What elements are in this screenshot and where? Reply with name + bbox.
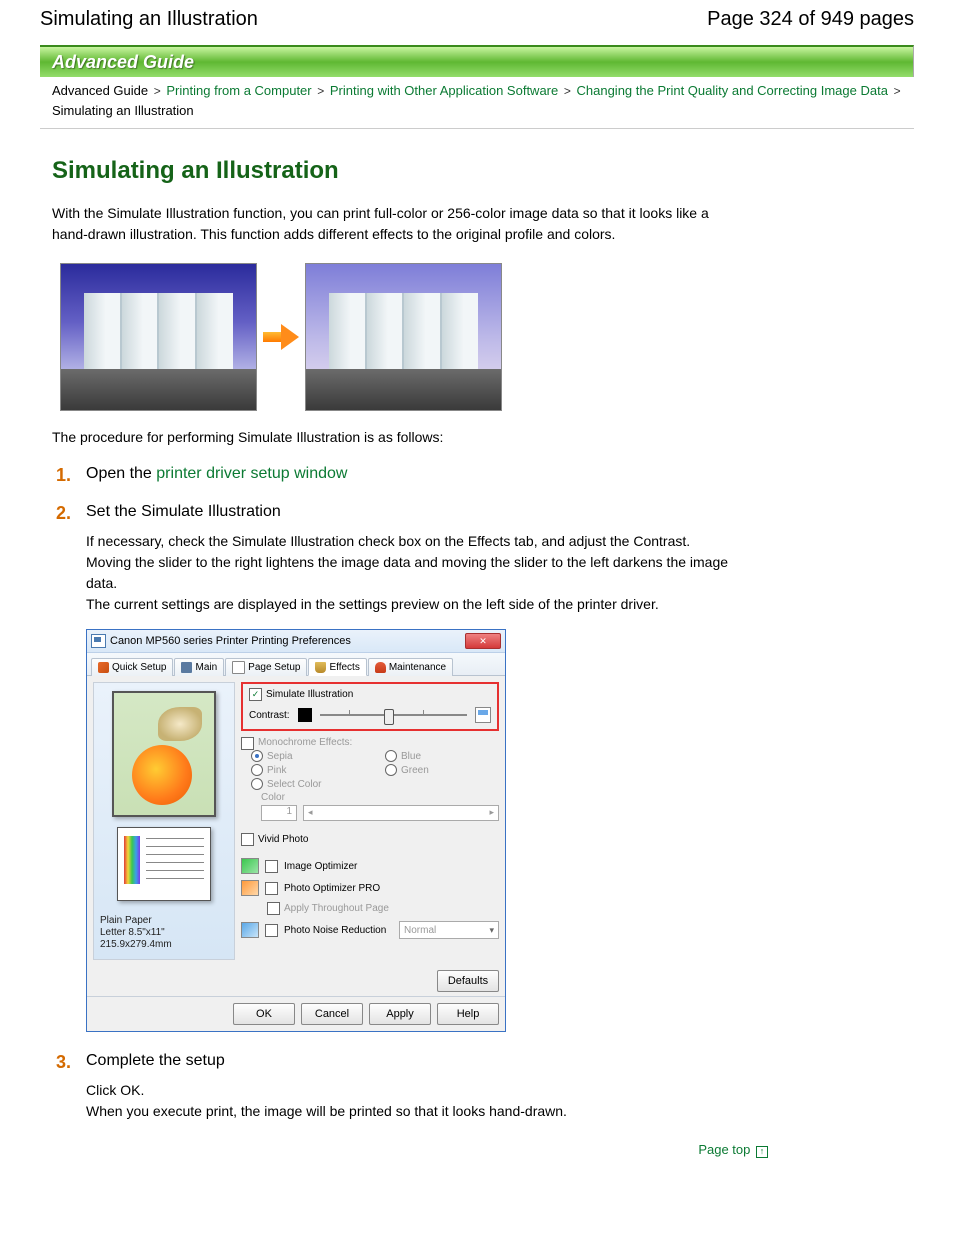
dialog-title: Canon MP560 series Printer Printing Pref…	[110, 635, 351, 647]
radio-sepia[interactable]	[251, 750, 263, 762]
breadcrumb-sep: >	[152, 84, 163, 98]
tab-quick-setup[interactable]: Quick Setup	[91, 658, 173, 676]
sample-original	[60, 263, 257, 411]
simulate-group: ✓ Simulate Illustration Contrast:	[241, 682, 499, 731]
page-counter: Page 324 of 949 pages	[707, 8, 914, 31]
apply-button[interactable]: Apply	[369, 1003, 431, 1025]
preview-column: Plain Paper Letter 8.5"x11" 215.9x279.4m…	[93, 682, 235, 960]
step-body-line: Click OK.	[86, 1080, 732, 1101]
ok-button[interactable]: OK	[233, 1003, 295, 1025]
color-slider[interactable]: ◂ ▸	[303, 805, 499, 821]
dark-icon	[298, 708, 312, 722]
banner: Advanced Guide	[40, 45, 914, 77]
787-button[interactable]: Defaults	[437, 970, 499, 992]
banner-label: Advanced Guide	[52, 52, 194, 73]
simulate-label: Simulate Illustration	[266, 689, 353, 700]
people-icon	[375, 662, 386, 673]
doc-icon	[232, 661, 245, 674]
heading: Simulating an Illustration	[52, 157, 732, 185]
help-button[interactable]: Help	[437, 1003, 499, 1025]
step-title-prefix: Open the	[86, 465, 156, 482]
apply-throughout-label: Apply Throughout Page	[284, 903, 389, 914]
image-opt-checkbox[interactable]	[265, 860, 278, 873]
arrow-icon	[263, 322, 299, 352]
breadcrumb: Advanced Guide > Printing from a Compute…	[40, 77, 914, 129]
defaults-label: Defaults	[448, 975, 488, 987]
color-value[interactable]: 1	[261, 805, 297, 821]
noise-label: Photo Noise Reduction	[284, 925, 386, 936]
color-label: Color	[261, 792, 285, 803]
step-2: Set the Simulate Illustration If necessa…	[56, 503, 732, 1032]
contrast-slider[interactable]	[320, 708, 467, 722]
step-body-line: The current settings are displayed in th…	[86, 594, 732, 615]
breadcrumb-item: Advanced Guide	[52, 83, 148, 98]
tab-page-setup[interactable]: Page Setup	[225, 658, 307, 676]
noise-dropdown[interactable]: Normal	[399, 921, 499, 939]
slider-thumb[interactable]	[384, 709, 394, 725]
photo-opt-label: Photo Optimizer PRO	[284, 883, 380, 894]
step-3: Complete the setup Click OK. When you ex…	[56, 1052, 732, 1122]
settings-preview	[112, 691, 216, 817]
apply-throughout-checkbox[interactable]	[267, 902, 280, 915]
image-opt-label: Image Optimizer	[284, 861, 357, 872]
light-icon	[475, 707, 491, 723]
close-icon: ✕	[479, 636, 487, 647]
radio-pink[interactable]	[251, 764, 263, 776]
printer-icon	[91, 634, 106, 648]
media-size: Letter 8.5"x11" 215.9x279.4mm	[100, 927, 228, 951]
step-1: Open the printer driver setup window	[56, 465, 732, 483]
tab-main[interactable]: Main	[174, 658, 224, 676]
layout-preview	[117, 827, 211, 901]
brush-icon	[315, 662, 326, 673]
step-title: Set the Simulate Illustration	[86, 503, 732, 521]
driver-setup-link[interactable]: printer driver setup window	[156, 465, 347, 482]
page-top-link[interactable]: Page top ↑	[40, 1142, 768, 1158]
tabs: Quick Setup Main Page Setup Effects Main…	[87, 653, 505, 676]
noise-icon	[241, 922, 259, 938]
printer-icon	[181, 662, 192, 673]
radio-green[interactable]	[385, 764, 397, 776]
radio-blue[interactable]	[385, 750, 397, 762]
photo-opt-icon	[241, 880, 259, 896]
dialog-titlebar: Canon MP560 series Printer Printing Pref…	[87, 630, 505, 653]
contrast-label: Contrast:	[249, 710, 290, 721]
close-button[interactable]: ✕	[465, 633, 501, 649]
vivid-label: Vivid Photo	[258, 834, 308, 845]
radio-select-color[interactable]	[251, 778, 263, 790]
photo-opt-checkbox[interactable]	[265, 882, 278, 895]
sample-images	[60, 263, 732, 411]
noise-checkbox[interactable]	[265, 924, 278, 937]
step-body-line: When you execute print, the image will b…	[86, 1101, 732, 1122]
cancel-button[interactable]: Cancel	[301, 1003, 363, 1025]
image-opt-icon	[241, 858, 259, 874]
monochrome-checkbox[interactable]	[241, 737, 254, 750]
breadcrumb-sep: >	[315, 84, 326, 98]
intro-text: With the Simulate Illustration function,…	[52, 203, 732, 245]
breadcrumb-sep: >	[892, 84, 903, 98]
vivid-checkbox[interactable]	[241, 833, 254, 846]
print-prefs-dialog: Canon MP560 series Printer Printing Pref…	[86, 629, 506, 1032]
sample-illustration	[305, 263, 502, 411]
wrench-icon	[98, 662, 109, 673]
simulate-checkbox[interactable]: ✓	[249, 688, 262, 701]
breadcrumb-current: Simulating an Illustration	[52, 103, 194, 118]
tab-maintenance[interactable]: Maintenance	[368, 658, 453, 676]
step-title: Complete the setup	[86, 1052, 732, 1070]
breadcrumb-link[interactable]: Printing from a Computer	[166, 83, 311, 98]
tab-effects[interactable]: Effects	[308, 658, 366, 676]
monochrome-label: Monochrome Effects:	[258, 737, 352, 748]
procedure-intro: The procedure for performing Simulate Il…	[52, 429, 732, 445]
media-type: Plain Paper	[100, 915, 228, 927]
step-body-line: If necessary, check the Simulate Illustr…	[86, 531, 732, 594]
up-arrow-icon: ↑	[756, 1146, 768, 1158]
breadcrumb-link[interactable]: Printing with Other Application Software	[330, 83, 558, 98]
page-title: Simulating an Illustration	[40, 8, 258, 31]
breadcrumb-link[interactable]: Changing the Print Quality and Correctin…	[577, 83, 888, 98]
breadcrumb-sep: >	[562, 84, 573, 98]
